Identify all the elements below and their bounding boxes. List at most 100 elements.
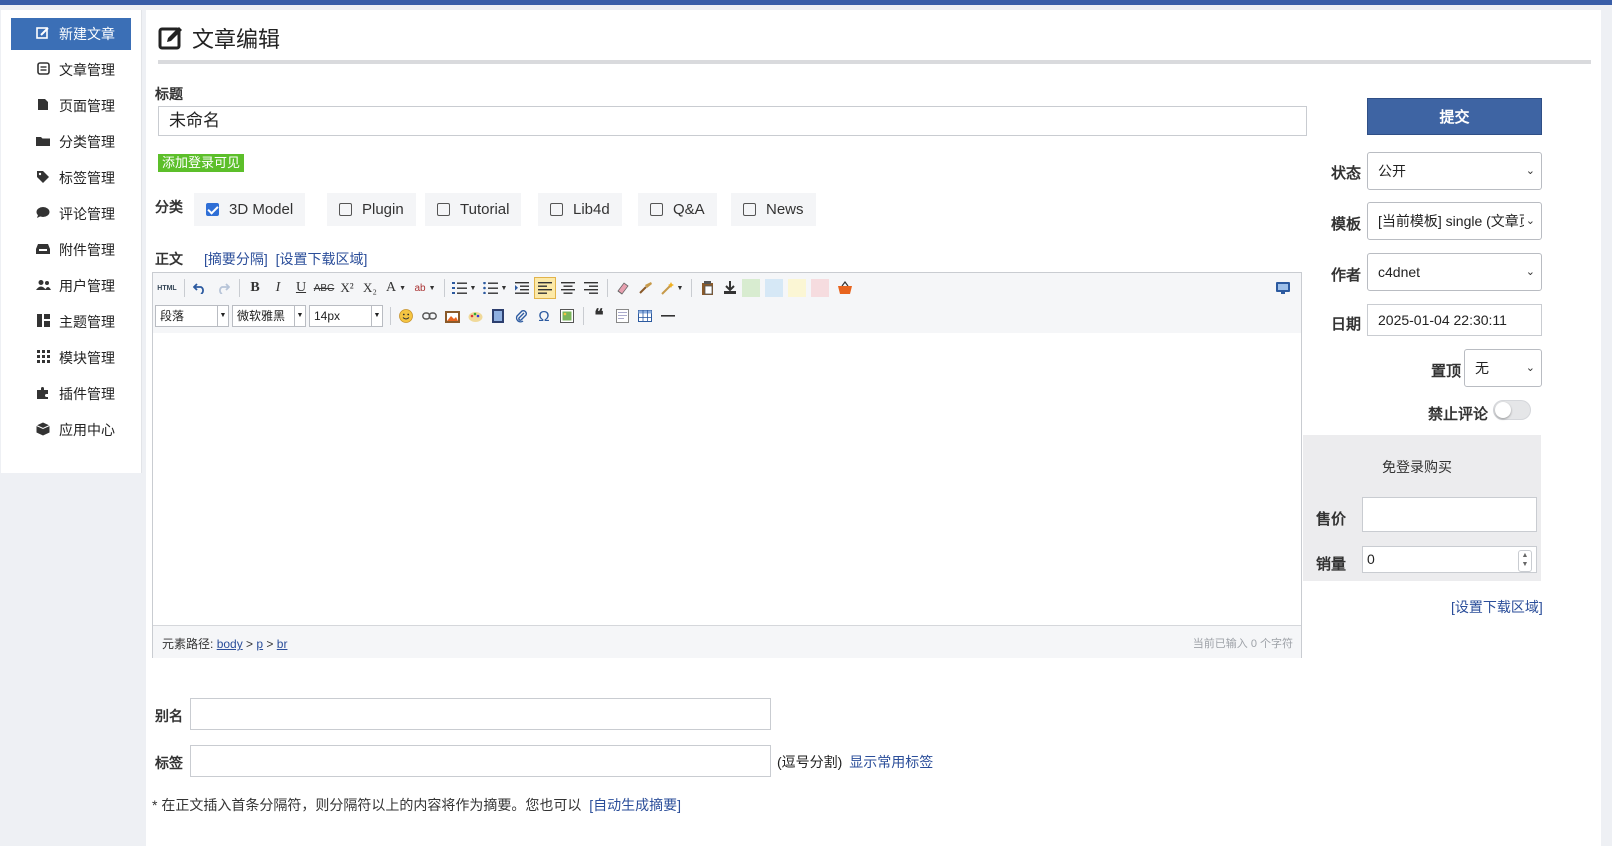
author-label: 作者 [1330, 267, 1361, 284]
show-common-tags-link[interactable]: 显示常用标签 [849, 754, 933, 770]
redo-icon[interactable] [212, 277, 234, 299]
link-icon[interactable] [418, 305, 440, 327]
unordered-list-icon[interactable]: ▼ [480, 277, 510, 299]
align-left-icon[interactable] [534, 277, 556, 299]
tags-input[interactable] [190, 745, 771, 777]
align-center-icon[interactable] [557, 277, 579, 299]
italic-icon[interactable]: I [267, 277, 289, 299]
path-body-link[interactable]: body [217, 637, 243, 651]
gallery-icon[interactable] [464, 305, 486, 327]
category-option-news[interactable]: News [731, 193, 816, 226]
status-select[interactable]: 公开 ⌄ [1367, 152, 1542, 190]
checkbox[interactable] [437, 203, 450, 216]
color-swatch-blue[interactable] [765, 279, 783, 297]
checkbox[interactable] [650, 203, 663, 216]
indent-icon[interactable] [511, 277, 533, 299]
paragraph-select[interactable]: 段落 ▼ [155, 305, 229, 327]
special-char-icon[interactable]: Ω [533, 305, 555, 327]
subscript-icon[interactable]: X₂ [359, 277, 381, 299]
date-input[interactable]: 2025-01-04 22:30:11 [1367, 304, 1542, 336]
pin-top-select[interactable]: 无 ⌄ [1464, 349, 1542, 387]
chevron-down-icon: ⌄ [1525, 362, 1535, 374]
sidebar-item-comments[interactable]: 评论管理 [11, 198, 131, 230]
image-icon[interactable] [441, 305, 463, 327]
font-family-select[interactable]: 微软雅黑 ▼ [232, 305, 306, 327]
color-swatch-pink[interactable] [811, 279, 829, 297]
ordered-list-icon[interactable]: ▼ [449, 277, 479, 299]
puzzle-icon [35, 386, 51, 403]
highlight-color-icon[interactable]: ab ▼ [411, 277, 439, 299]
sales-input[interactable]: 0 ▲ ▼ [1362, 546, 1537, 573]
title-input[interactable]: 未命名 [158, 106, 1307, 136]
undo-icon[interactable] [189, 277, 211, 299]
alias-input[interactable] [190, 698, 771, 730]
category-option-qa[interactable]: Q&A [638, 193, 717, 226]
category-option-plugin[interactable]: Plugin [327, 193, 416, 226]
strikethrough-icon[interactable]: ABC [313, 277, 335, 299]
download-icon[interactable] [719, 277, 741, 299]
sidebar-item-app-center[interactable]: 应用中心 [11, 414, 131, 446]
insert-frame-icon[interactable] [556, 305, 578, 327]
submit-button[interactable]: 提交 [1367, 98, 1542, 135]
color-swatch-yellow[interactable] [788, 279, 806, 297]
format-brush-icon[interactable] [635, 277, 657, 299]
template-select[interactable]: [当前模板] single (文章页) ⌄ [1367, 202, 1542, 240]
editor-content-area[interactable] [153, 333, 1301, 625]
path-br-link[interactable]: br [277, 637, 288, 651]
checkbox[interactable] [339, 203, 352, 216]
sidebar-item-plugins[interactable]: 插件管理 [11, 378, 131, 410]
path-p-link[interactable]: p [256, 637, 263, 651]
fullscreen-icon[interactable] [1272, 277, 1294, 299]
color-swatch-green[interactable] [742, 279, 760, 297]
table-icon[interactable] [634, 305, 656, 327]
set-download-area-link[interactable]: [设置下载区域] [276, 251, 368, 267]
disable-comments-toggle[interactable] [1493, 400, 1531, 420]
category-option-tutorial[interactable]: Tutorial [425, 193, 522, 226]
font-size-select[interactable]: 14px ▼ [309, 305, 383, 327]
eraser-icon[interactable] [612, 277, 634, 299]
align-right-icon[interactable] [580, 277, 602, 299]
magic-wand-icon[interactable]: ▼ [658, 277, 686, 299]
superscript-icon[interactable]: X² [336, 277, 358, 299]
horizontal-rule-icon[interactable] [657, 305, 679, 327]
guest-purchase-title: 免登录购买 [1382, 459, 1452, 475]
number-spinner-icon[interactable]: ▲ ▼ [1518, 550, 1532, 572]
author-select[interactable]: c4dnet ⌄ [1367, 253, 1542, 291]
tag-icon [35, 170, 51, 187]
sidebar-item-themes[interactable]: 主题管理 [11, 306, 131, 338]
summary-split-link[interactable]: [摘要分隔] [204, 251, 268, 267]
emoji-icon[interactable] [395, 305, 417, 327]
sidebar-item-categories[interactable]: 分类管理 [11, 126, 131, 158]
basket-icon[interactable] [834, 277, 856, 299]
sidebar-item-pages[interactable]: 页面管理 [11, 90, 131, 122]
chevron-down-icon: ▼ [294, 306, 305, 326]
tags-label: 标签 [155, 755, 183, 771]
category-option-lib4d[interactable]: Lib4d [538, 193, 622, 226]
sidebar-item-attachments[interactable]: 附件管理 [11, 234, 131, 266]
chevron-down-icon: ⌄ [1525, 215, 1535, 227]
page-break-icon[interactable] [611, 305, 633, 327]
right-set-download-area-link[interactable]: [设置下载区域] [1451, 597, 1543, 617]
sidebar-item-articles[interactable]: 文章管理 [11, 54, 131, 86]
paste-icon[interactable] [696, 277, 718, 299]
bold-icon[interactable]: B [244, 277, 266, 299]
blockquote-icon[interactable]: ❝ [588, 305, 610, 327]
checkbox-checked[interactable] [206, 203, 219, 216]
auto-summary-link[interactable]: [自动生成摘要] [589, 797, 681, 813]
add-login-visible-button[interactable]: 添加登录可见 [158, 154, 245, 172]
font-color-icon[interactable]: A ▼ [382, 277, 410, 299]
checkbox[interactable] [743, 203, 756, 216]
category-option-3d-model[interactable]: 3D Model [194, 193, 306, 226]
checkbox[interactable] [550, 203, 563, 216]
sidebar-item-tags[interactable]: 标签管理 [11, 162, 131, 194]
sidebar-item-modules[interactable]: 模块管理 [11, 342, 131, 374]
category-label: 分类 [155, 199, 183, 215]
video-icon[interactable] [487, 305, 509, 327]
attachment-clip-icon[interactable] [510, 305, 532, 327]
sidebar-item-new-article[interactable]: 新建文章 [11, 18, 131, 50]
underline-icon[interactable]: U [290, 277, 312, 299]
price-input[interactable] [1362, 497, 1537, 532]
guest-purchase-panel: 免登录购买 售价 销量 0 ▲ ▼ [1303, 435, 1541, 581]
html-source-button[interactable]: HTML [155, 277, 179, 299]
sidebar-item-users[interactable]: 用户管理 [11, 270, 131, 302]
